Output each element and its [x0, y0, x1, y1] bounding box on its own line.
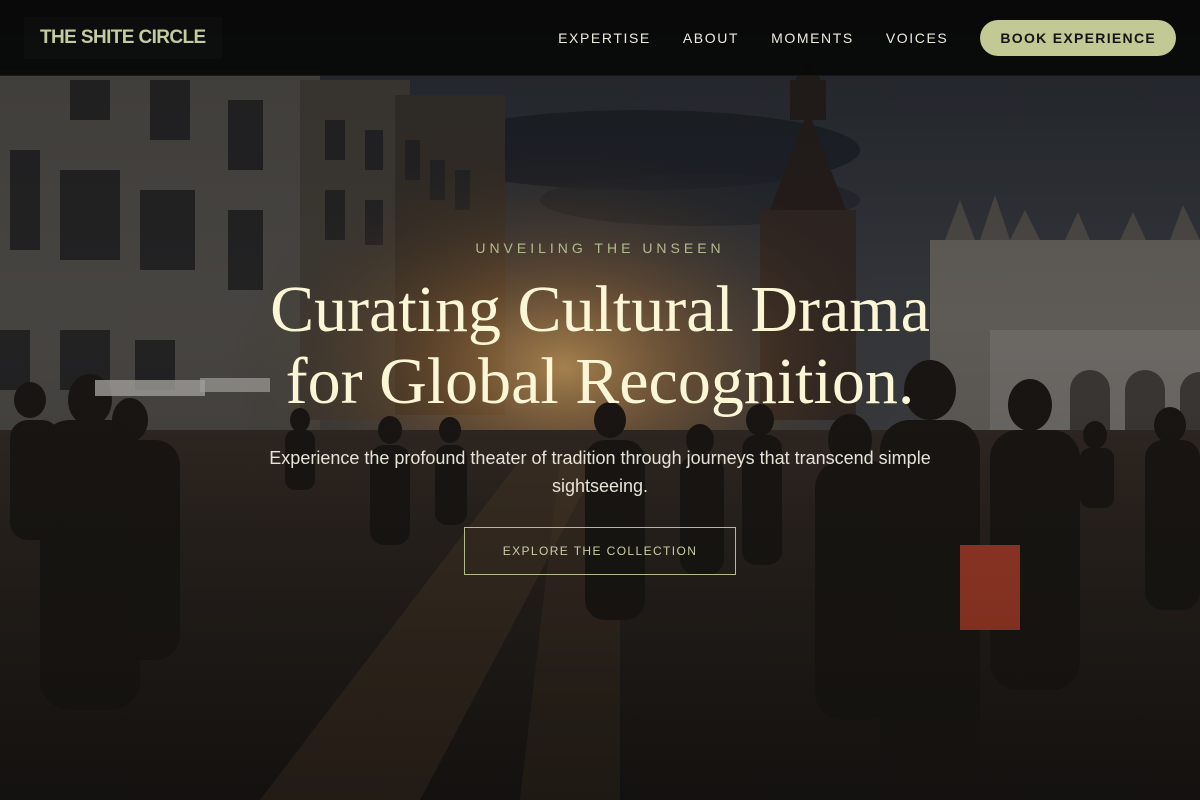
hero-headline: Curating Cultural Drama for Global Recog…: [0, 274, 1200, 418]
site-header: THE SHITE CIRCLE EXPERTISE ABOUT MOMENTS…: [0, 0, 1200, 76]
hero-eyebrow: UNVEILING THE UNSEEN: [475, 240, 725, 256]
nav-link-about[interactable]: ABOUT: [683, 30, 739, 46]
book-experience-button[interactable]: BOOK EXPERIENCE: [980, 19, 1176, 56]
hero-subtext: Experience the profound theater of tradi…: [269, 448, 931, 496]
brand-logo[interactable]: THE SHITE CIRCLE: [24, 17, 222, 59]
nav-link-moments[interactable]: MOMENTS: [771, 30, 854, 46]
explore-collection-button[interactable]: EXPLORE THE COLLECTION: [464, 527, 736, 575]
nav-link-voices[interactable]: VOICES: [886, 30, 949, 46]
nav-link-expertise[interactable]: EXPERTISE: [558, 30, 651, 46]
hero-section: UNVEILING THE UNSEEN Curating Cultural D…: [0, 0, 1200, 800]
hero-headline-line-1: Curating Cultural Drama: [270, 273, 930, 346]
main-nav: EXPERTISE ABOUT MOMENTS VOICES BOOK EXPE…: [558, 19, 1176, 56]
hero-headline-line-2: for Global Recognition.: [285, 345, 915, 418]
